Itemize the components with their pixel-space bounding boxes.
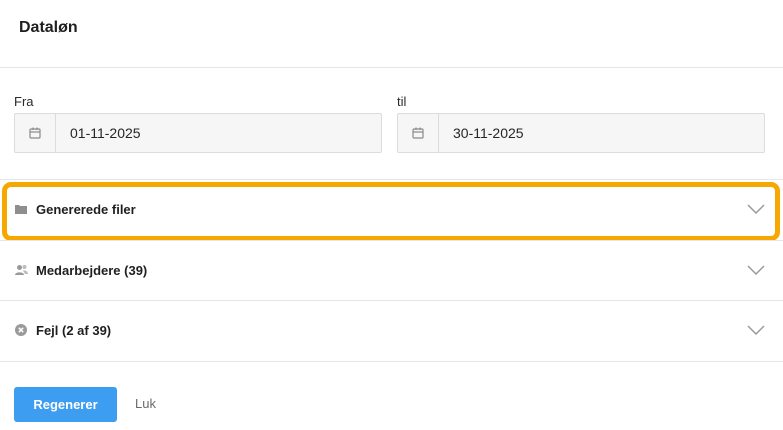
dialog-header: Dataløn (0, 0, 783, 68)
section-label: Fejl (2 af 39) (36, 322, 112, 338)
to-label: til (397, 94, 407, 109)
people-icon (14, 263, 28, 277)
to-date-field: til 30-11-2025 (397, 94, 765, 153)
calendar-icon[interactable] (398, 114, 439, 152)
section-errors[interactable]: Fejl (2 af 39) (0, 300, 783, 360)
calendar-icon[interactable] (15, 114, 56, 152)
close-button[interactable]: Luk (135, 396, 156, 411)
section-employees[interactable]: Medarbejdere (39) (0, 240, 783, 300)
error-circle-icon (14, 323, 28, 337)
from-date-input[interactable]: 01-11-2025 (14, 113, 382, 153)
chevron-down-icon[interactable] (747, 265, 765, 275)
highlight-box (2, 182, 780, 241)
dialog-title: Dataløn (19, 19, 78, 36)
to-date-value[interactable]: 30-11-2025 (439, 125, 524, 141)
section-label: Medarbejdere (39) (36, 262, 148, 278)
divider (0, 361, 783, 362)
from-date-field: Fra 01-11-2025 (14, 94, 382, 153)
from-label: Fra (14, 94, 34, 109)
from-date-value[interactable]: 01-11-2025 (56, 125, 141, 141)
to-date-input[interactable]: 30-11-2025 (397, 113, 765, 153)
chevron-down-icon[interactable] (747, 325, 765, 335)
regenerate-button[interactable]: Regenerer (14, 387, 117, 422)
